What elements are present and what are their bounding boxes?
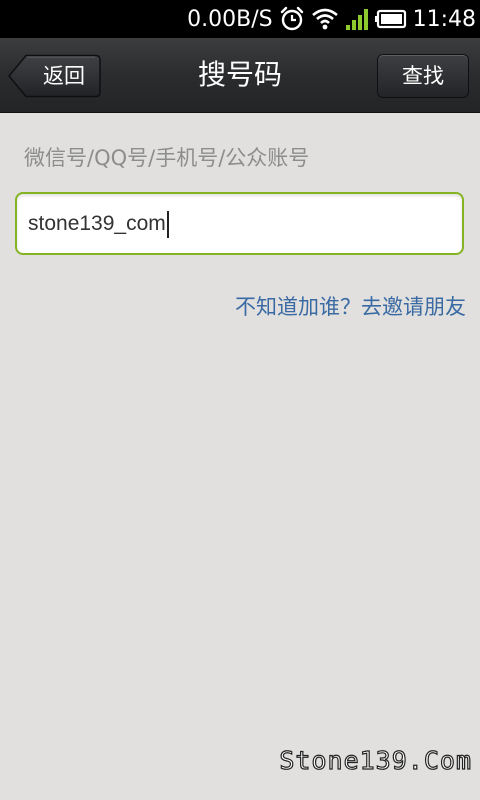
back-button[interactable]: 返回 bbox=[8, 54, 101, 98]
status-area: 0.00B/S 11:48 bbox=[187, 0, 476, 38]
search-input-value: stone139_com bbox=[28, 212, 166, 235]
clock: 11:48 bbox=[412, 6, 476, 32]
text-cursor bbox=[167, 211, 169, 238]
search-input[interactable]: stone139_com bbox=[15, 192, 464, 255]
signal-icon bbox=[345, 6, 369, 32]
page-title: 搜号码 bbox=[197, 58, 282, 91]
search-button[interactable]: 查找 bbox=[377, 54, 469, 98]
status-bar: 0.00B/S 11:48 bbox=[0, 0, 480, 38]
alarm-icon bbox=[279, 6, 305, 32]
network-speed: 0.00B/S bbox=[187, 6, 273, 32]
search-hint-label: 微信号/QQ号/手机号/公众账号 bbox=[24, 146, 310, 170]
title-bar: 返回 搜号码 查找 bbox=[0, 38, 480, 113]
wifi-icon bbox=[311, 6, 339, 32]
back-label: 返回 bbox=[43, 64, 85, 88]
invite-friends-link[interactable]: 不知道加谁？去邀请朋友 bbox=[235, 291, 466, 321]
watermark: Stone139.Com bbox=[279, 745, 472, 775]
battery-icon bbox=[374, 6, 407, 32]
